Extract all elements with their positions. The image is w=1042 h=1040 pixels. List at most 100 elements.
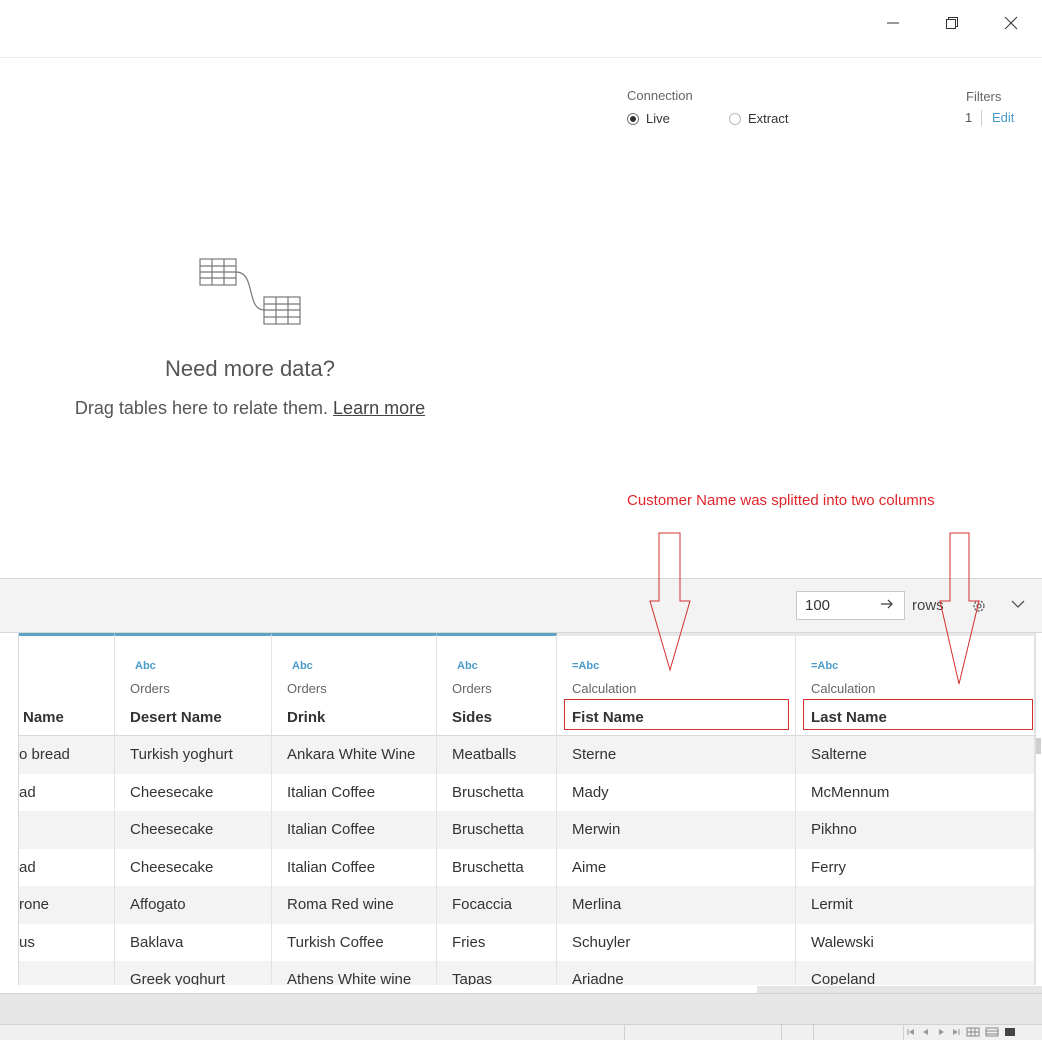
vertical-scrollbar[interactable] [1036,738,1041,754]
table-row: rone Affogato Roma Red wine Focaccia Merlina… [19,886,1042,924]
extract-radio[interactable]: Extract [729,111,788,126]
learn-more-link[interactable]: Learn more [333,398,425,418]
data-grid: Name Abc Orders Desert Name Abc Orders Drink Ab… [18,633,1042,985]
horizontal-scrollbar[interactable] [757,986,1042,993]
list-view-icon[interactable] [985,1027,999,1037]
table-cell: Salterne [796,736,1035,774]
column-header[interactable]: Abc Orders Sides [437,633,557,736]
status-divider [624,1025,625,1040]
status-divider [813,1025,814,1040]
live-radio[interactable]: Live [627,111,670,126]
connection-label: Connection [627,88,693,103]
column-source: Calculation [811,681,876,696]
table-cell: ad [19,773,115,812]
string-type-icon[interactable]: Abc [292,660,313,672]
filters-divider [981,110,982,126]
table-cell: Sterne [557,736,796,774]
calculated-string-type-icon[interactable]: =Abc [572,660,599,672]
table-cell [19,961,115,985]
table-cell: Lermit [796,886,1035,924]
table-cell: Merlina [557,886,796,924]
table-cell: Italian Coffee [272,848,437,887]
table-cell: Bruschetta [437,848,557,887]
annotation-text: Customer Name was splitted into two colu… [627,492,935,509]
table-cell: o bread [19,736,115,774]
table-row: o bread Turkish yoghurt Ankara White Wine M… [19,736,1042,774]
table-cell: Pikhno [796,811,1035,849]
table-cell: Roma Red wine [272,886,437,924]
table-cell: Ankara White Wine [272,736,437,774]
table-cell: Baklava [115,923,272,962]
column-header[interactable]: Name [19,633,115,736]
table-cell: Focaccia [437,886,557,924]
close-icon [1004,16,1018,30]
table-cell: us [19,923,115,962]
table-cell: Tapas [437,961,557,985]
table-row: Greek yoghurt Athens White wine Tapas Ariad… [19,961,1042,985]
string-type-icon[interactable]: Abc [457,660,478,672]
radio-selected-icon [627,112,639,125]
status-controls [906,1027,1016,1037]
table-cell: McMennum [796,773,1035,812]
table-cell: rone [19,886,115,924]
table-cell: ad [19,848,115,887]
grid-scroll-gutter [1035,633,1042,985]
table-cell: Italian Coffee [272,811,437,849]
column-source: Orders [452,681,492,696]
column-source: Orders [287,681,327,696]
restore-button[interactable] [929,8,975,38]
filters-edit-link[interactable]: Edit [992,110,1014,125]
extract-label: Extract [748,111,789,126]
column-name: Name [23,709,64,726]
calculated-string-type-icon[interactable]: =Abc [811,660,838,672]
table-cell: Walewski [796,923,1035,962]
minimize-icon [887,22,899,24]
status-divider [781,1025,782,1040]
radio-unselected-icon [729,112,741,125]
table-cell: Cheesecake [115,773,272,812]
table-row: Cheesecake Italian Coffee Bruschetta Merwin… [19,811,1042,849]
table-row: us Baklava Turkish Coffee Fries Schuyler Wale… [19,923,1042,962]
column-header[interactable]: =Abc Calculation Last Name [796,633,1035,736]
highlight-box [803,699,1033,730]
rows-label: rows [912,597,944,614]
table-cell: Meatballs [437,736,557,774]
table-cell: Turkish yoghurt [115,736,272,774]
chevron-down-icon[interactable] [1011,599,1025,609]
status-divider [903,1025,904,1040]
gear-icon[interactable] [970,597,988,615]
table-cell: Mady [557,773,796,812]
next-page-icon[interactable] [936,1027,946,1037]
last-page-icon[interactable] [951,1027,961,1037]
previous-page-icon[interactable] [921,1027,931,1037]
sheet-tabs-bar [0,993,1042,1024]
arrow-right-icon[interactable] [880,598,894,610]
column-source: Orders [130,681,170,696]
column-header[interactable]: Abc Orders Desert Name [115,633,272,736]
column-header[interactable]: Abc Orders Drink [272,633,437,736]
title-bar [0,0,1042,58]
status-bar [0,1024,1042,1040]
table-cell: Aime [557,848,796,887]
table-cell: Copeland [796,961,1035,985]
need-more-data-heading: Need more data? [165,356,335,381]
table-cell: Ariadne [557,961,796,985]
single-view-icon[interactable] [1004,1027,1016,1037]
column-name: Sides [452,709,493,726]
table-cell: Fries [437,923,557,962]
drag-tables-message: Drag tables here to relate them. Learn m… [0,398,500,419]
string-type-icon[interactable]: Abc [135,660,156,672]
column-name: Drink [287,709,326,726]
column-header[interactable]: =Abc Calculation Fist Name [557,633,796,736]
restore-icon [946,17,958,29]
table-cell: Turkish Coffee [272,923,437,962]
filters-count: 1 [965,110,973,125]
column-name: Desert Name [130,709,222,726]
minimize-button[interactable] [870,8,916,38]
close-button[interactable] [988,8,1034,38]
first-page-icon[interactable] [906,1027,916,1037]
grid-view-icon[interactable] [966,1027,980,1037]
table-cell: Bruschetta [437,773,557,812]
table-cell: Ferry [796,848,1035,887]
table-cell: Merwin [557,811,796,849]
